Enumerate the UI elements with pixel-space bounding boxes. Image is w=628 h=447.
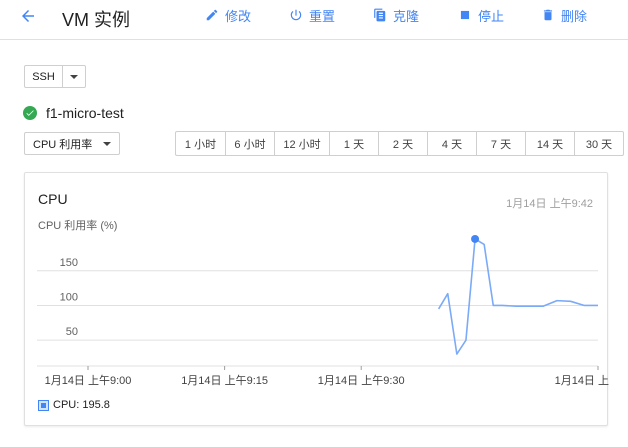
- delete-button[interactable]: 删除: [541, 6, 587, 24]
- range-30d[interactable]: 30 天: [574, 132, 623, 155]
- trash-icon: [543, 9, 553, 21]
- x-tick-label: 1月14日 上午9:15: [181, 374, 268, 387]
- time-range-group: 1 小时 6 小时 12 小时 1 天 2 天 4 天 7 天 14 天 30 …: [175, 131, 624, 156]
- x-tick-label: 1月14日 上午9:00: [45, 374, 132, 387]
- clone-icon: [374, 8, 386, 22]
- power-icon: [290, 9, 302, 21]
- edit-button[interactable]: 修改: [205, 6, 251, 24]
- stop-label: 停止: [478, 8, 505, 24]
- highlight-point[interactable]: [471, 234, 480, 243]
- instance-name: f1-micro-test: [46, 105, 124, 121]
- y-tick-label: 50: [66, 326, 78, 338]
- edit-label: 修改: [225, 8, 252, 24]
- back-arrow-icon[interactable]: [14, 3, 42, 29]
- ssh-split-button: SSH: [24, 65, 86, 88]
- legend-swatch[interactable]: [38, 399, 49, 411]
- caret-down-icon: [103, 141, 111, 146]
- range-1d[interactable]: 1 天: [329, 132, 378, 155]
- range-1h[interactable]: 1 小时: [176, 132, 225, 155]
- range-7d[interactable]: 7 天: [476, 132, 525, 155]
- instance-status-row: f1-micro-test: [23, 105, 124, 121]
- clone-button[interactable]: 克隆: [373, 6, 419, 24]
- page-title: VM 实例: [62, 10, 131, 30]
- stop-icon: [460, 10, 470, 20]
- metric-select[interactable]: CPU 利用率: [24, 132, 120, 155]
- range-6h[interactable]: 6 小时: [225, 132, 274, 155]
- metric-select-value: CPU 利用率: [33, 138, 93, 151]
- reset-label: 重置: [309, 8, 336, 24]
- cpu-chart-card: CPU 1月14日 上午9:42 CPU 利用率 (%) 50 100 150 1月1…: [24, 172, 609, 426]
- ssh-button[interactable]: SSH: [25, 66, 63, 87]
- range-14d[interactable]: 14 天: [525, 132, 574, 155]
- range-4d[interactable]: 4 天: [427, 132, 476, 155]
- x-tick-label: 1月14日 上午9:56: [555, 374, 609, 387]
- y-tick-label: 100: [60, 291, 78, 303]
- stop-button[interactable]: 停止: [458, 6, 504, 24]
- chart-legend: CPU: 195.8: [38, 399, 110, 411]
- range-2d[interactable]: 2 天: [378, 132, 427, 155]
- caret-down-icon: [70, 74, 78, 79]
- delete-label: 删除: [561, 8, 588, 24]
- x-tick-label: 1月14日 上午9:30: [318, 374, 405, 387]
- pencil-icon: [206, 9, 218, 21]
- cpu-line-chart: 50 100 150 1月14日 上午9:00 1月14日 上午9:15 1月14日 上午…: [37, 234, 609, 387]
- legend-label: CPU: 195.8: [53, 399, 110, 411]
- series-line-cpu[interactable]: [437, 238, 598, 355]
- header-bar: VM 实例 修改 重置 克隆 停止 删除: [0, 0, 628, 40]
- y-tick-label: 150: [60, 257, 78, 269]
- reset-button[interactable]: 重置: [289, 6, 335, 24]
- range-12h[interactable]: 12 小时: [274, 132, 329, 155]
- clone-label: 克隆: [393, 8, 420, 24]
- check-circle-icon: [23, 106, 37, 120]
- ssh-dropdown-button[interactable]: [63, 66, 85, 87]
